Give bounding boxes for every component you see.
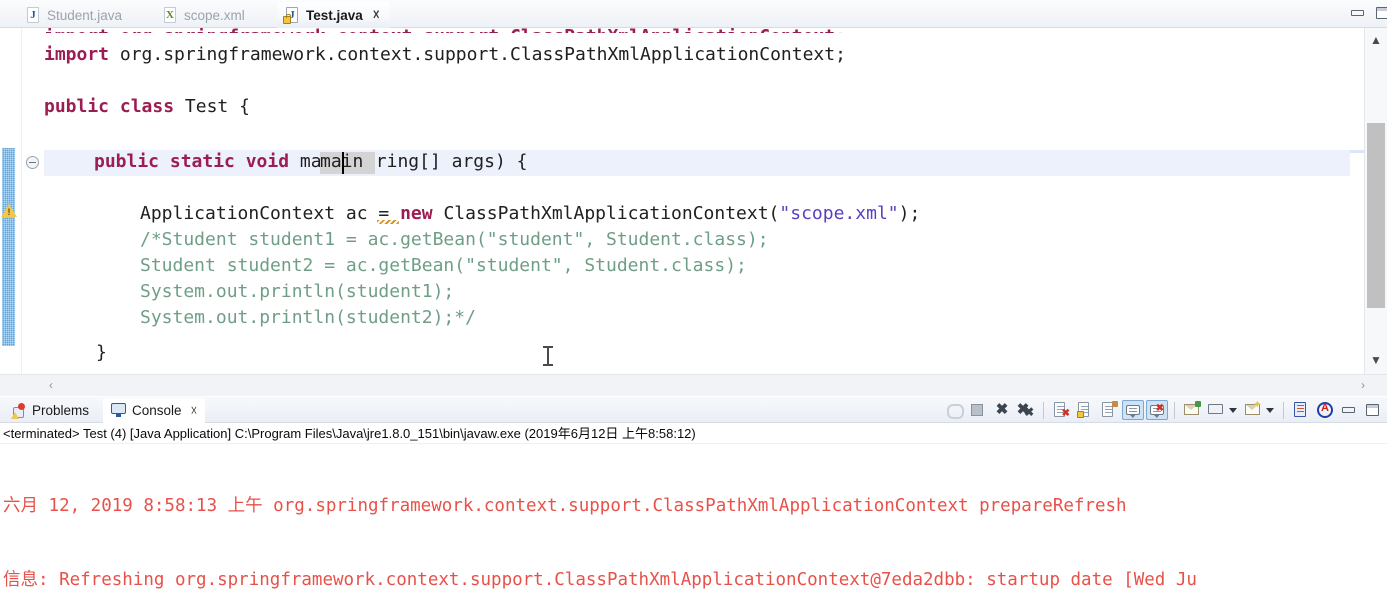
editor-tab-label: Test.java [306,7,363,23]
open-console-dropdown-icon[interactable] [1266,407,1274,413]
code-editor[interactable]: import org.springframework.context.suppo… [0,28,1387,374]
show-console-on-output-icon[interactable] [1122,400,1144,420]
code-line: import org.springframework.context.suppo… [44,44,846,65]
word-wrap-icon[interactable] [1098,400,1120,420]
code-line: System.out.println(student2);*/ [140,307,476,328]
maximize-icon [1376,7,1387,19]
editor-tab-label: scope.xml [184,7,245,23]
editor-horizontal-scrollbar[interactable]: ‹ › [0,374,1387,396]
remove-all-launches-icon[interactable]: ✖ ✖ [1015,400,1037,420]
editor-annotation-gutter[interactable] [0,28,22,374]
console-output-line: 六月 12, 2019 8:58:13 上午 org.springframewo… [3,496,1127,516]
console-tab-close-icon[interactable]: ☓ [191,403,198,419]
display-selected-console-icon[interactable] [1205,400,1227,420]
vertical-scroll-thumb[interactable] [1367,123,1385,308]
console-output-line: 信息: Refreshing org.springframework.conte… [3,569,1197,589]
console-maximize-button[interactable] [1362,400,1384,420]
console-panel: Problems Console ☓ ✖ ✖ ✖ ✖ ✖ ✦ A <termin… [0,397,1387,589]
scroll-lock-icon[interactable] [1074,400,1096,420]
code-line: /*Student student1 = ac.getBean("student… [140,229,769,250]
warning-squiggle [377,220,399,224]
text-caret [342,152,344,174]
console-tab-console[interactable]: Console ☓ [103,398,206,423]
code-line: ApplicationContext ac = new ClassPathXml… [140,203,921,224]
editor-overview-ruler[interactable] [1350,28,1364,374]
problems-icon [11,402,27,419]
editor-tab-bar: J Student.java X scope.xml J Test.java ☓ [0,0,1387,28]
scroll-left-arrow-icon[interactable]: ‹ [40,375,62,396]
properties-icon[interactable] [1290,400,1312,420]
link-with-editor-icon[interactable] [943,400,965,420]
console-tab-bar: Problems Console ☓ ✖ ✖ ✖ ✖ ✖ ✦ [0,397,1387,423]
code-line: } [96,342,107,363]
editor-minimize-button[interactable] [1348,5,1366,21]
java-file-locked-icon: J [283,6,300,24]
console-icon [111,403,127,418]
console-tab-label: Problems [32,403,90,418]
scroll-up-arrow-icon[interactable]: ▲ [1365,30,1387,50]
remove-launch-icon[interactable]: ✖ [991,400,1013,420]
pin-console-icon[interactable] [1181,400,1203,420]
terminate-icon[interactable] [967,400,989,420]
collapse-fold-icon[interactable] [26,156,39,169]
toolbar-separator [1174,401,1175,419]
mouse-text-cursor [543,346,553,366]
editor-tab-close-icon[interactable]: ☓ [373,7,380,23]
changed-lines-marker [2,148,15,346]
editor-tab-student-java[interactable]: J Student.java [18,2,132,28]
ansi-console-icon[interactable] [1314,400,1336,420]
code-line: public class Test { [44,96,250,117]
code-text[interactable]: import org.springframework.context.suppo… [44,28,1364,374]
scroll-right-arrow-icon[interactable]: › [1352,375,1374,396]
console-minimize-button[interactable] [1338,400,1360,420]
open-console-icon[interactable]: ✦ [1242,400,1264,420]
minimize-icon [1351,10,1364,16]
toolbar-separator [1043,401,1044,419]
editor-tab-scope-xml[interactable]: X scope.xml [155,2,255,28]
java-file-icon: J [26,6,41,24]
editor-vertical-scrollbar[interactable]: ▲ ▼ [1364,28,1387,374]
code-line: Student student2 = ac.getBean("student",… [140,255,747,276]
clear-console-icon[interactable]: ✖ [1050,400,1072,420]
editor-tab-label: Student.java [47,7,123,23]
show-console-on-error-icon[interactable]: ✖ [1146,400,1168,420]
editor-maximize-button[interactable] [1374,5,1387,21]
warning-marker-icon[interactable] [1,203,17,218]
console-run-header: <terminated> Test (4) [Java Application]… [0,423,1387,444]
xml-file-icon: X [163,6,178,24]
console-tab-problems[interactable]: Problems [3,398,97,423]
code-line: System.out.println(student1); [140,281,455,302]
code-line: public static void main(String[] args) { [94,151,528,172]
console-toolbar: ✖ ✖ ✖ ✖ ✖ ✦ [943,397,1384,423]
scroll-down-arrow-icon[interactable]: ▼ [1365,350,1387,370]
display-console-dropdown-icon[interactable] [1229,407,1237,413]
console-output[interactable]: 六月 12, 2019 8:58:13 上午 org.springframewo… [0,445,1387,589]
editor-folding-gutter[interactable] [22,28,44,374]
toolbar-separator [1283,401,1284,419]
console-tab-label: Console [132,403,182,418]
editor-tab-test-java[interactable]: J Test.java ☓ [277,2,390,28]
